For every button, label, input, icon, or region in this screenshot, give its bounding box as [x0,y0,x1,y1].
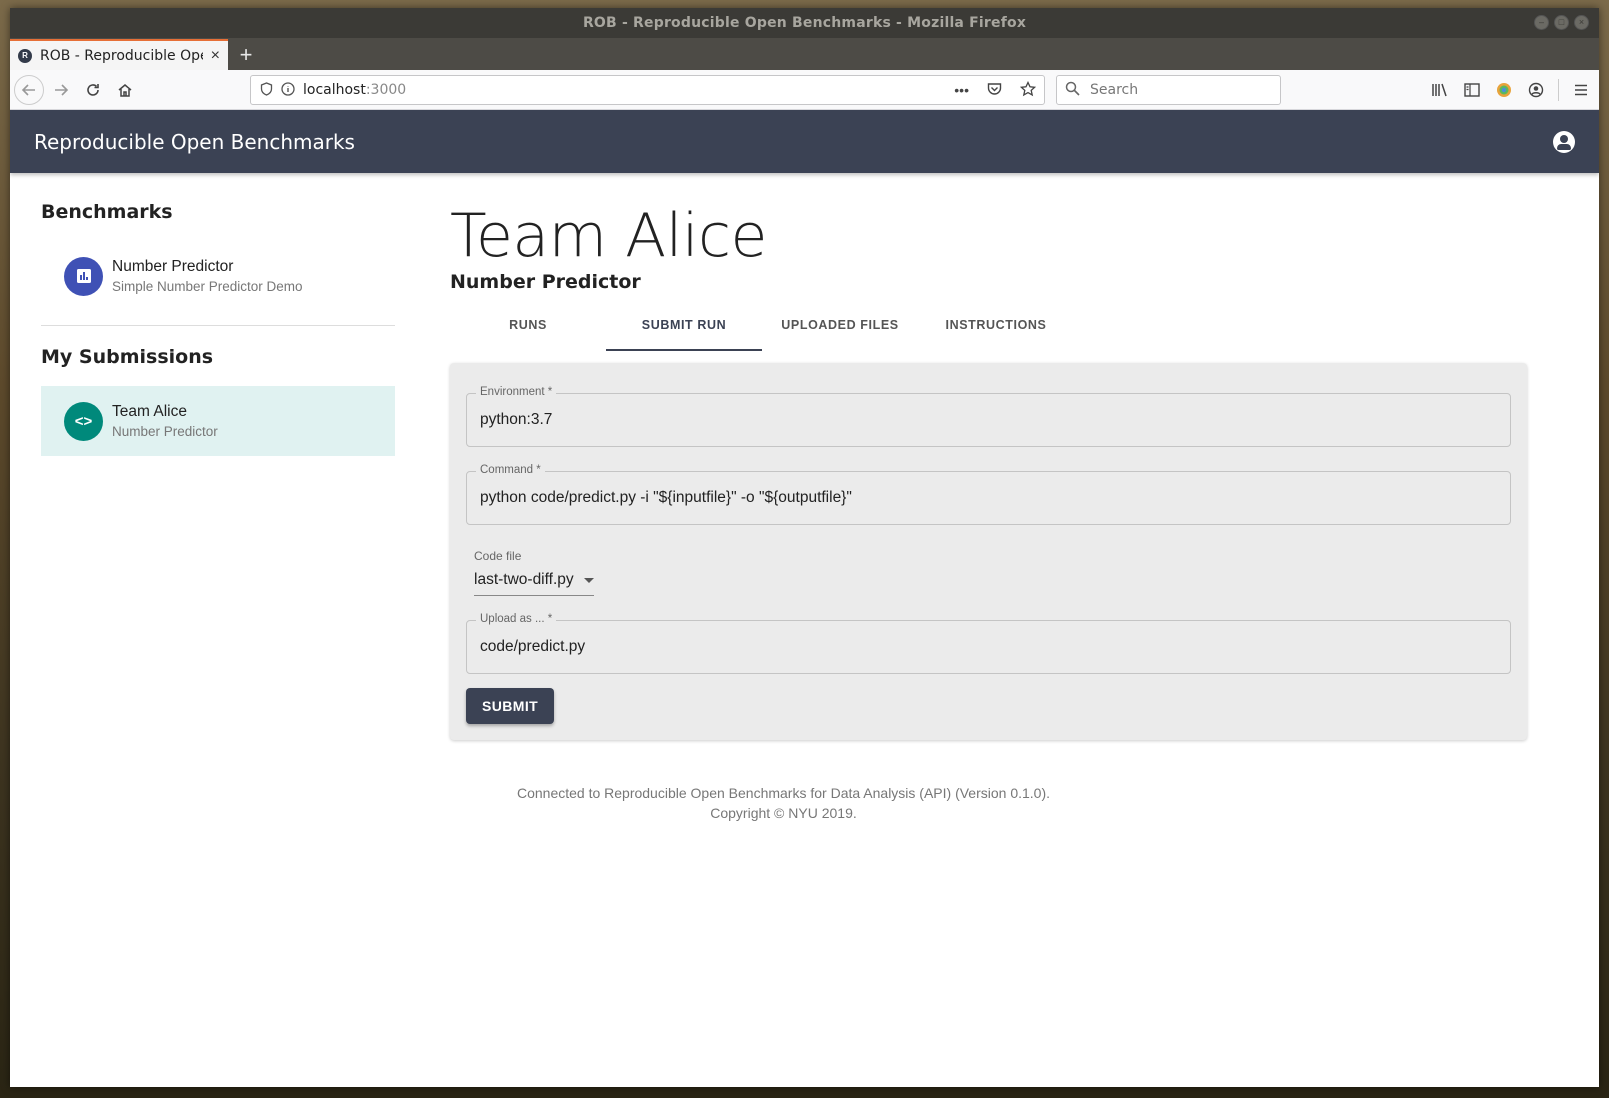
home-icon [118,83,132,97]
user-account-icon[interactable] [1553,130,1575,153]
submissions-heading: My Submissions [41,346,214,368]
sidebar-toggle-icon[interactable] [1462,75,1482,105]
close-tab-icon[interactable]: × [211,47,220,65]
browser-window: ROB - Reproducible Open Benchmarks - Moz… [10,8,1599,1087]
command-value[interactable]: python code/predict.py -i "${inputfile}"… [480,489,852,507]
maximize-button[interactable]: □ [1554,15,1569,30]
window-titlebar: ROB - Reproducible Open Benchmarks - Moz… [10,8,1599,38]
search-icon [1065,81,1080,100]
browser-tabstrip: R ROB - Reproducible Open Benchmarks × + [10,38,1599,70]
chevron-down-icon [583,577,594,583]
minimize-button[interactable]: – [1534,15,1549,30]
environment-value[interactable]: python:3.7 [480,411,552,429]
url-host: localhost [303,82,366,98]
window-title: ROB - Reproducible Open Benchmarks - Moz… [582,15,1027,31]
footer-copyright: Copyright © NYU 2019. [710,805,857,821]
upload-as-label: Upload as ... * [476,613,557,625]
environment-field[interactable]: Environment * python:3.7 [466,386,1511,447]
url-text[interactable]: localhost:3000 [303,82,936,98]
window-controls: – □ × [1534,15,1589,30]
code-file-select[interactable]: last-two-diff.py [474,571,594,596]
benchmark-name: Number Predictor [112,258,234,275]
command-label: Command * [476,464,545,476]
info-icon[interactable] [281,81,295,99]
submit-run-form: Environment * python:3.7 Command * pytho… [450,363,1527,740]
arrow-right-icon [55,83,69,96]
url-bar[interactable]: localhost:3000 ••• [250,75,1045,105]
upload-as-value[interactable]: code/predict.py [480,638,585,656]
code-file-label: Code file [474,549,522,563]
url-port: :3000 [365,82,407,98]
submission-name: Team Alice [112,403,187,420]
library-icon[interactable] [1430,75,1450,105]
tab-runs[interactable]: RUNS [450,305,606,351]
page-actions-icon[interactable]: ••• [954,82,969,98]
app-header: Reproducible Open Benchmarks [10,110,1599,173]
account-menu-icon[interactable] [1526,75,1546,105]
sidebar: Benchmarks Number Predictor Simple Numbe… [41,201,395,456]
code-file-select-wrap: Code file last-two-diff.py [466,549,1511,596]
submission-benchmark: Number Predictor [112,424,218,439]
sidebar-item-benchmark[interactable]: Number Predictor Simple Number Predictor… [41,241,395,311]
tab-submit-run[interactable]: SUBMIT RUN [606,305,762,351]
environment-label: Environment * [476,386,557,398]
footer-connection-text: Connected to Reproducible Open Benchmark… [516,785,1051,801]
home-button[interactable] [110,75,140,105]
reload-icon [87,83,99,96]
browser-tab-title: ROB - Reproducible Open Benchmarks [40,47,203,64]
page-subtitle: Number Predictor [450,271,641,293]
sidebar-divider [41,325,395,326]
sidebar-item-submission[interactable]: <> Team Alice Number Predictor [41,386,395,456]
app-title[interactable]: Reproducible Open Benchmarks [34,130,355,154]
browser-navbar: localhost:3000 ••• Search [10,70,1599,110]
bar-chart-icon [64,256,103,296]
toolbar-right [1430,75,1591,105]
benchmarks-heading: Benchmarks [41,201,173,223]
reload-button[interactable] [78,75,108,105]
forward-button[interactable] [46,75,76,105]
code-icon: <> [64,401,103,441]
tab-bar: RUNS SUBMIT RUN UPLOADED FILES INSTRUCTI… [450,305,1527,351]
search-bar[interactable]: Search [1056,75,1281,105]
main-panel: Team Alice Number Predictor RUNS SUBMIT … [450,203,1527,740]
close-window-button[interactable]: × [1574,15,1589,30]
arrow-left-icon [21,83,35,96]
command-field[interactable]: Command * python code/predict.py -i "${i… [466,464,1511,525]
benchmark-description: Simple Number Predictor Demo [112,279,303,294]
site-favicon-icon: R [18,48,32,63]
code-file-value: last-two-diff.py [474,571,574,588]
toolbar-separator [1558,79,1559,101]
back-button[interactable] [14,74,44,105]
bookmark-star-icon[interactable] [1019,80,1037,100]
benchmark-texts: Number Predictor Simple Number Predictor… [112,258,303,294]
tab-uploaded-files[interactable]: UPLOADED FILES [762,305,918,351]
tab-instructions[interactable]: INSTRUCTIONS [918,305,1074,351]
search-placeholder: Search [1090,82,1139,98]
new-tab-button[interactable]: + [228,39,264,70]
page-title: Team Alice [450,201,767,271]
extension-icon[interactable] [1494,75,1514,105]
page-footer: Connected to Reproducible Open Benchmark… [10,783,1557,823]
submission-texts: Team Alice Number Predictor [112,403,218,439]
browser-tab[interactable]: R ROB - Reproducible Open Benchmarks × [10,39,228,70]
hamburger-menu-icon[interactable] [1571,75,1591,105]
shield-icon[interactable] [259,81,273,99]
page-content: Benchmarks Number Predictor Simple Numbe… [10,173,1599,1073]
upload-as-field[interactable]: Upload as ... * code/predict.py [466,613,1511,674]
pocket-icon[interactable] [987,82,1002,99]
submit-button[interactable]: SUBMIT [466,688,555,724]
